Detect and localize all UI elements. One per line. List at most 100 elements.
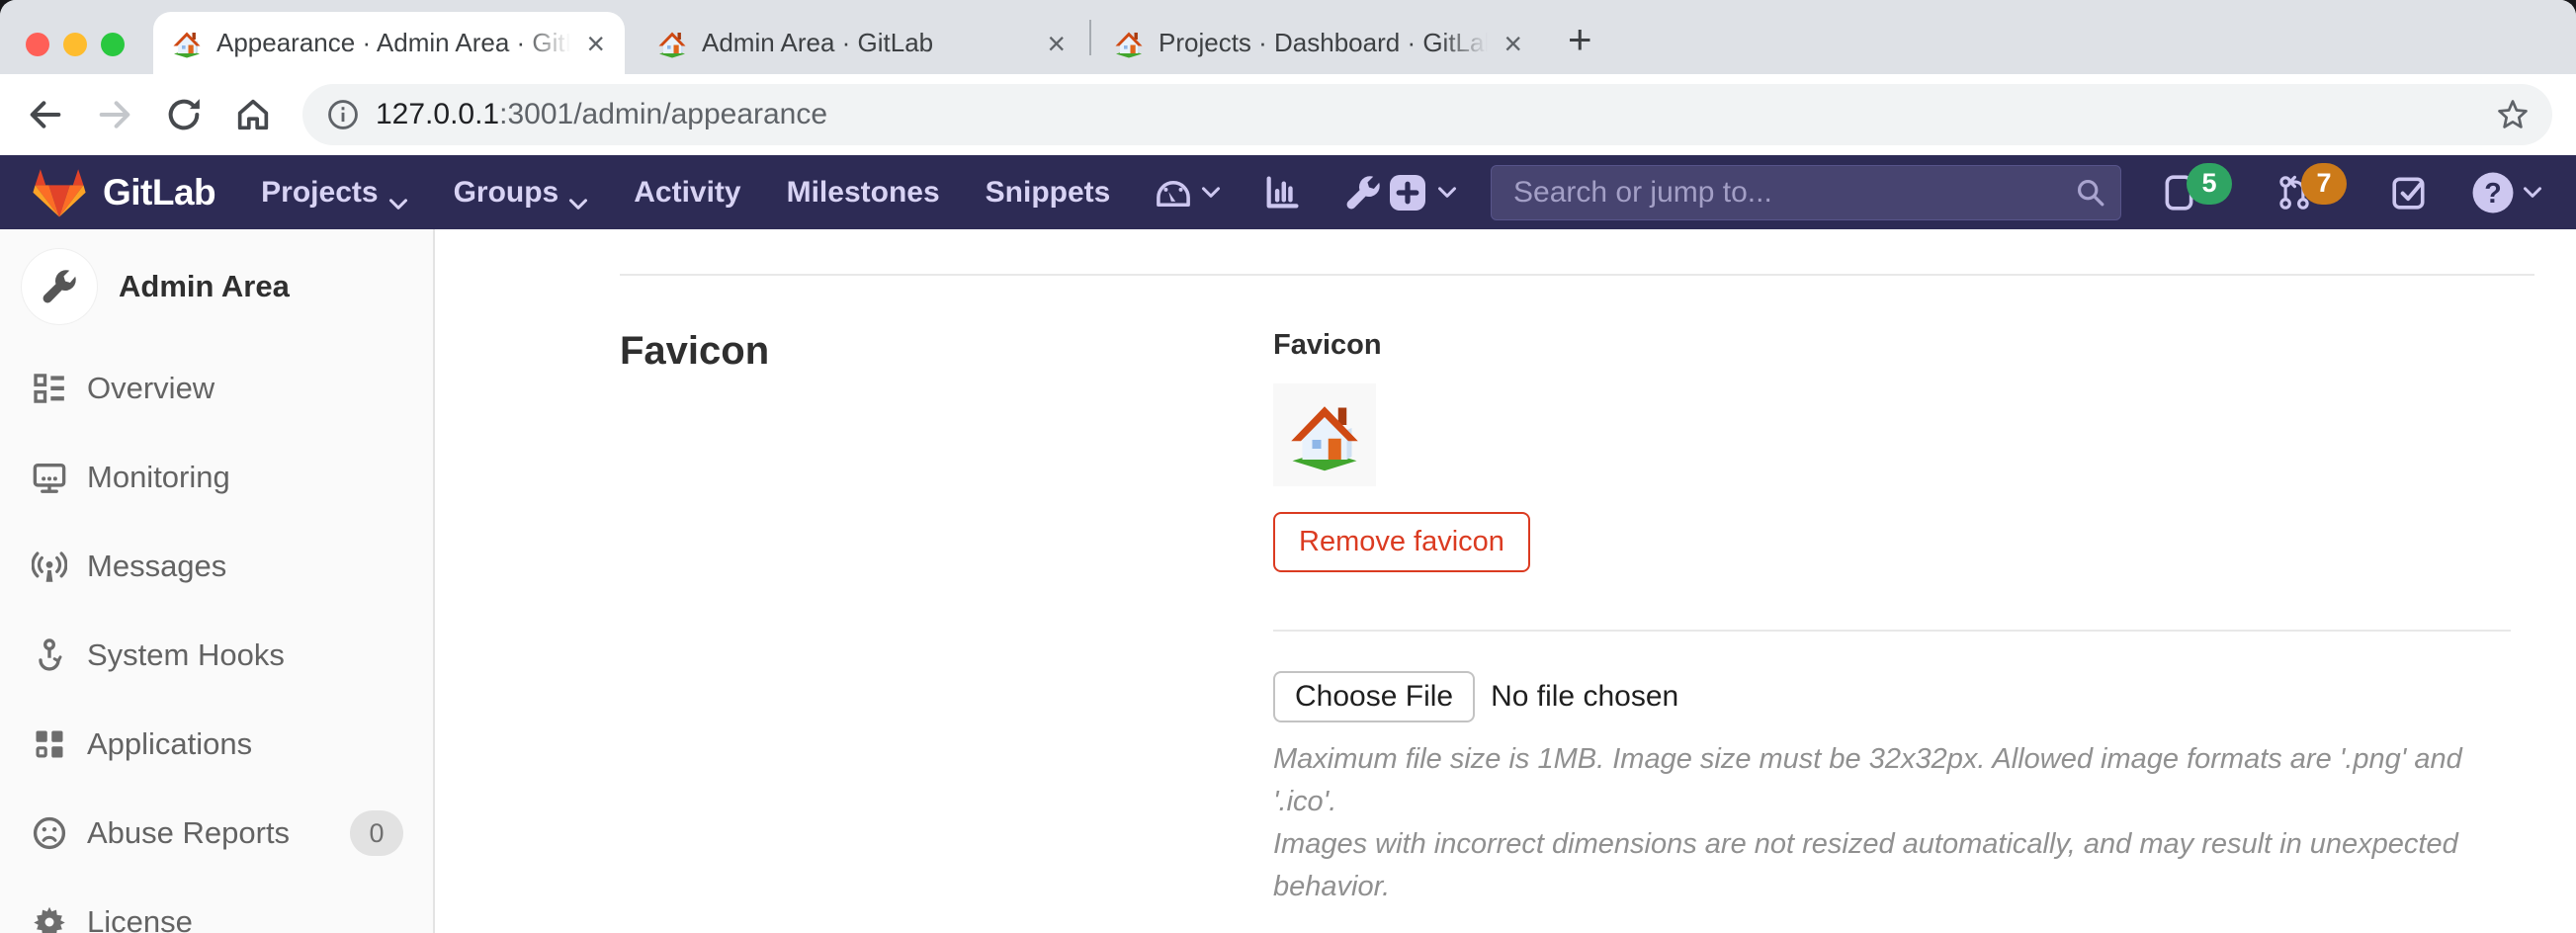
- gitlab-navbar: GitLab Projects Groups Activity Mileston…: [0, 155, 2576, 229]
- sidebar-item-overview[interactable]: Overview: [0, 344, 433, 433]
- sidebar-item-messages[interactable]: Messages: [0, 522, 433, 611]
- house-icon: [1285, 395, 1364, 474]
- home-icon[interactable]: [233, 95, 273, 134]
- menu-groups[interactable]: Groups: [454, 176, 589, 210]
- sidebar-title: Admin Area: [119, 269, 290, 304]
- navbar-icon-group: [1154, 173, 1383, 212]
- tab-title: Appearance · Admin Area · GitL: [216, 28, 570, 58]
- close-tab-icon[interactable]: ×: [584, 28, 607, 59]
- gauge-icon: [1154, 173, 1193, 212]
- address-field[interactable]: 127.0.0.1 :3001/admin/appearance: [302, 84, 2552, 145]
- menu-label: Snippets: [986, 176, 1111, 210]
- back-icon[interactable]: [26, 95, 65, 134]
- reload-icon[interactable]: [164, 95, 204, 134]
- operations-dashboard-button[interactable]: [1154, 173, 1221, 212]
- abuse-reports-icon: [32, 815, 67, 851]
- menu-snippets[interactable]: Snippets: [986, 176, 1111, 210]
- chevron-down-icon: [568, 186, 588, 200]
- minimize-window-button[interactable]: [63, 33, 87, 56]
- zoom-window-button[interactable]: [101, 33, 125, 56]
- help-icon: [2471, 171, 2515, 214]
- tab-title: Admin Area · GitLab: [702, 28, 1031, 58]
- menu-milestones[interactable]: Milestones: [787, 176, 940, 210]
- close-tab-icon[interactable]: ×: [1502, 28, 1524, 59]
- analytics-button[interactable]: [1262, 173, 1302, 212]
- menu-label: Activity: [634, 176, 740, 210]
- issues-count-badge: 5: [2187, 163, 2232, 205]
- favicon-section-right: Favicon Remove favicon Choose File No fi…: [1273, 329, 2511, 908]
- sidebar-item-label: Overview: [87, 371, 215, 406]
- sidebar-item-system-hooks[interactable]: System Hooks: [0, 611, 433, 700]
- gear-icon: [32, 904, 67, 933]
- sidebar-item-abuse-reports[interactable]: Abuse Reports 0: [0, 789, 433, 878]
- plus-square-icon: [1388, 173, 1427, 212]
- chevron-down-icon: [388, 186, 408, 200]
- sidebar-item-label: License: [87, 904, 193, 933]
- monitor-icon: [32, 460, 67, 495]
- tab-projects-dashboard[interactable]: Projects · Dashboard · GitLab ×: [1095, 12, 1542, 74]
- new-menu-button[interactable]: [1388, 173, 1457, 212]
- sidebar-item-applications[interactable]: Applications: [0, 700, 433, 789]
- sidebar-item-license[interactable]: License: [0, 878, 433, 933]
- bookmark-star-icon[interactable]: [2495, 97, 2531, 132]
- gitlab-logo-text: GitLab: [103, 172, 215, 213]
- gitlab-fox-icon: [32, 167, 87, 218]
- help-line-2: Images with incorrect dimensions are not…: [1273, 823, 2511, 908]
- menu-label: Milestones: [787, 176, 940, 210]
- gitlab-logo[interactable]: GitLab: [32, 167, 215, 218]
- house-favicon-icon: [171, 28, 203, 59]
- bar-chart-icon: [1262, 173, 1302, 212]
- sidebar-item-monitoring[interactable]: Monitoring: [0, 433, 433, 522]
- menu-label: Groups: [454, 176, 559, 210]
- help-menu-button[interactable]: [2471, 171, 2542, 214]
- chevron-down-icon: [1437, 186, 1457, 200]
- wrench-icon: [1343, 173, 1383, 212]
- navbar-right-icons: 5 7: [2161, 171, 2542, 214]
- new-tab-button[interactable]: +: [1568, 19, 1592, 60]
- section-heading: Favicon: [620, 329, 1273, 374]
- url-host: 127.0.0.1: [376, 98, 499, 131]
- broadcast-icon: [32, 549, 67, 584]
- close-window-button[interactable]: [26, 33, 49, 56]
- choose-file-button[interactable]: Choose File: [1273, 671, 1475, 722]
- abuse-reports-count-badge: 0: [350, 810, 403, 856]
- navbar-menu: Projects Groups Activity Milestones Snip…: [261, 176, 1110, 210]
- forward-icon[interactable]: [95, 95, 134, 134]
- main-content: Favicon Favicon Remove favicon Choose Fi…: [435, 229, 2576, 933]
- url-path: :3001/admin/appearance: [499, 98, 827, 131]
- admin-sidebar: Admin Area Overview Monitoring Messages: [0, 229, 435, 933]
- chevron-down-icon: [1201, 186, 1221, 200]
- sidebar-header: Admin Area: [0, 247, 433, 326]
- wrench-icon: [40, 267, 79, 306]
- site-info-icon[interactable]: [326, 98, 360, 131]
- sidebar-item-label: Monitoring: [87, 460, 230, 495]
- issues-button[interactable]: 5: [2161, 174, 2232, 212]
- tab-admin-area[interactable]: Admin Area · GitLab ×: [639, 12, 1085, 74]
- close-tab-icon[interactable]: ×: [1045, 28, 1068, 59]
- menu-label: Projects: [261, 176, 378, 210]
- house-favicon-icon: [656, 28, 688, 59]
- tab-strip: Appearance · Admin Area · GitL × Admin A…: [0, 0, 2576, 74]
- remove-favicon-button[interactable]: Remove favicon: [1273, 512, 1530, 572]
- favicon-preview: [1273, 383, 1376, 486]
- tab-appearance[interactable]: Appearance · Admin Area · GitL ×: [153, 12, 625, 74]
- merge-requests-button[interactable]: 7: [2275, 174, 2347, 212]
- help-line-1: Maximum file size is 1MB. Image size mus…: [1273, 738, 2511, 823]
- applications-icon: [32, 726, 67, 762]
- hook-icon: [32, 637, 67, 673]
- menu-projects[interactable]: Projects: [261, 176, 407, 210]
- todos-button[interactable]: [2390, 174, 2428, 212]
- admin-area-button[interactable]: [1343, 173, 1383, 212]
- search-input[interactable]: [1491, 165, 2121, 220]
- browser-window: Appearance · Admin Area · GitL × Admin A…: [0, 0, 2576, 933]
- favicon-section-left: Favicon: [620, 329, 1273, 908]
- form-divider: [1273, 630, 2511, 632]
- sidebar-list: Overview Monitoring Messages System Hook…: [0, 344, 433, 933]
- menu-activity[interactable]: Activity: [634, 176, 740, 210]
- favicon-help-text: Maximum file size is 1MB. Image size mus…: [1273, 738, 2511, 908]
- traffic-lights: [26, 33, 125, 56]
- section-divider: [620, 274, 2534, 276]
- todo-check-icon: [2390, 174, 2428, 212]
- search-icon: [2076, 178, 2105, 208]
- tab-separator: [1089, 20, 1091, 55]
